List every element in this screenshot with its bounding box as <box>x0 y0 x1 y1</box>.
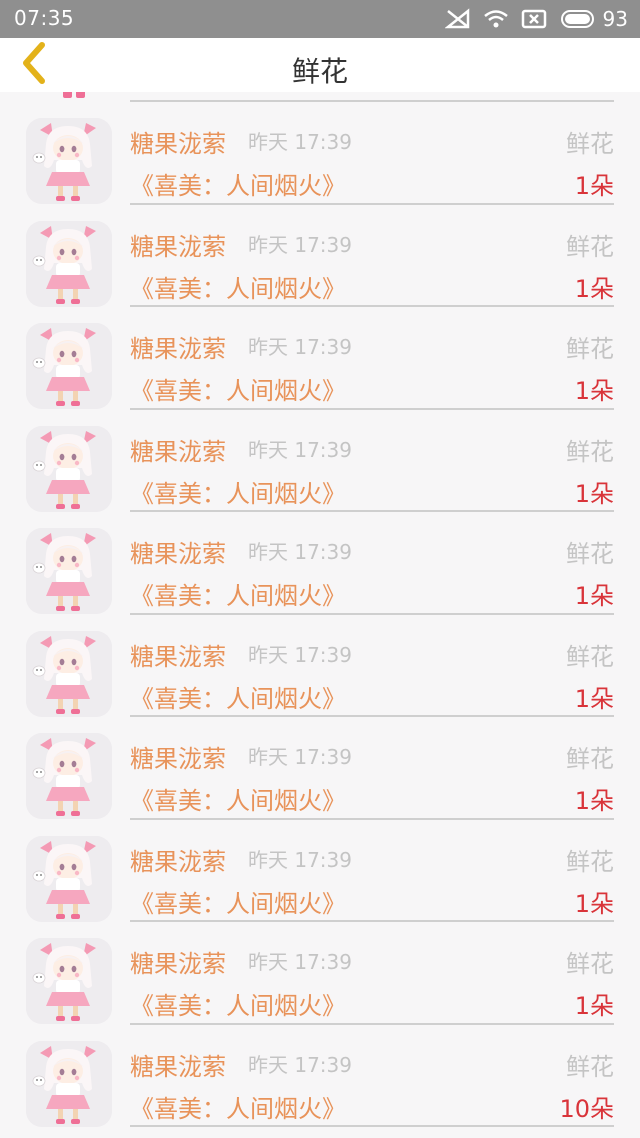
battery-level: 93 <box>602 7 628 31</box>
list-item[interactable]: 糖果泷萦 昨天 17:39 鲜花《喜美：人间烟火》 1朵 <box>0 820 640 922</box>
timestamp: 昨天 17:39 <box>248 1052 352 1077</box>
sender-name[interactable]: 糖果泷萦 <box>130 432 226 467</box>
work-title[interactable]: 《喜美：人间烟火》 <box>130 781 346 816</box>
avatar[interactable] <box>26 220 112 307</box>
avatar[interactable] <box>26 733 112 819</box>
battery-icon <box>559 8 597 30</box>
avatar <box>40 92 110 100</box>
gift-type: 鲜花 <box>566 130 614 158</box>
gift-count: 1朵 <box>574 377 614 405</box>
header: 鲜花 <box>0 38 640 92</box>
work-title[interactable]: 《喜美：人间烟火》 <box>130 166 346 201</box>
gift-record-list[interactable]: 糖果泷萦 昨天 17:39 鲜花 《喜美：人间烟火》 1朵 糖果泷萦 昨天 17:39 鲜花《… <box>0 92 640 1138</box>
list-item-partial <box>0 92 640 102</box>
avatar[interactable] <box>26 938 112 1024</box>
sender-name[interactable]: 糖果泷萦 <box>130 842 226 877</box>
sender-name[interactable]: 糖果泷萦 <box>130 124 226 159</box>
list-item[interactable]: 糖果泷萦 昨天 17:39 鲜花《喜美：人间烟火》 1朵 <box>0 512 640 615</box>
sender-name[interactable]: 糖果泷萦 <box>130 944 226 979</box>
work-title[interactable]: 《喜美：人间烟火》 <box>130 884 346 919</box>
timestamp: 昨天 17:39 <box>248 745 352 769</box>
timestamp: 昨天 17:39 <box>248 437 352 462</box>
gift-count: 1朵 <box>574 479 614 508</box>
gift-type: 鲜花 <box>566 540 614 568</box>
gift-count: 10朵 <box>559 1094 614 1123</box>
gift-count: 1朵 <box>574 684 614 713</box>
status-icons: 93 <box>444 5 628 33</box>
gift-count: 1朵 <box>574 787 614 815</box>
avatar[interactable] <box>26 1040 112 1127</box>
avatar[interactable] <box>26 630 112 717</box>
work-title[interactable]: 《喜美：人间烟火》 <box>130 576 346 611</box>
gift-count: 1朵 <box>574 889 614 918</box>
sender-name[interactable]: 糖果泷萦 <box>130 227 226 262</box>
work-title[interactable]: 《喜美：人间烟火》 <box>130 1089 346 1124</box>
gift-type: 鲜花 <box>566 335 614 363</box>
gift-type: 鲜花 <box>566 847 614 876</box>
timestamp: 昨天 17:39 <box>248 232 352 257</box>
avatar[interactable] <box>26 118 112 204</box>
work-title[interactable]: 《喜美：人间烟火》 <box>130 986 346 1021</box>
wifi-icon <box>483 8 509 30</box>
list-item[interactable]: 糖果泷萦 昨天 17:39 鲜花《喜美：人间烟火》 1朵 <box>0 205 640 307</box>
gift-type: 鲜花 <box>566 642 614 671</box>
sim-disabled-icon <box>521 8 547 30</box>
timestamp: 昨天 17:39 <box>248 540 352 564</box>
avatar[interactable] <box>26 323 112 409</box>
gift-type: 鲜花 <box>566 437 614 466</box>
sender-name[interactable]: 糖果泷萦 <box>130 534 226 569</box>
divider <box>130 1125 614 1127</box>
sender-name[interactable]: 糖果泷萦 <box>130 1047 226 1082</box>
status-bar: 07:35 93 <box>0 0 640 38</box>
list-item[interactable]: 糖果泷萦 昨天 17:39 鲜花《喜美：人间烟火》 1朵 <box>0 102 640 205</box>
sender-name[interactable]: 糖果泷萦 <box>130 739 226 774</box>
work-title[interactable]: 《喜美：人间烟火》 <box>130 269 346 304</box>
gift-count: 1朵 <box>574 992 614 1020</box>
signal-off-icon <box>444 8 471 30</box>
sender-name[interactable]: 糖果泷萦 <box>130 637 226 672</box>
timestamp: 昨天 17:39 <box>248 847 352 872</box>
work-title[interactable]: 《喜美：人间烟火》 <box>130 474 346 509</box>
timestamp: 昨天 17:39 <box>248 642 352 667</box>
timestamp: 昨天 17:39 <box>248 130 352 154</box>
sender-name[interactable]: 糖果泷萦 <box>130 329 226 364</box>
list-item[interactable]: 糖果泷萦 昨天 17:39 鲜花《喜美：人间烟火》 1朵 <box>0 410 640 512</box>
avatar[interactable] <box>26 425 112 512</box>
gift-count: 1朵 <box>574 172 614 200</box>
work-title[interactable]: 《喜美：人间烟火》 <box>130 679 346 714</box>
gift-type: 鲜花 <box>566 950 614 978</box>
list-item[interactable]: 糖果泷萦 昨天 17:39 鲜花《喜美：人间烟火》 1朵 <box>0 615 640 717</box>
list-item[interactable]: 糖果泷萦 昨天 17:39 鲜花《喜美：人间烟火》 10朵 <box>0 1025 640 1127</box>
list-item[interactable]: 糖果泷萦 昨天 17:39 鲜花《喜美：人间烟火》 1朵 <box>0 717 640 820</box>
status-time: 07:35 <box>14 6 75 30</box>
gift-type: 鲜花 <box>566 1052 614 1081</box>
timestamp: 昨天 17:39 <box>248 950 352 974</box>
gift-count: 1朵 <box>574 582 614 610</box>
gift-type: 鲜花 <box>566 745 614 773</box>
avatar[interactable] <box>26 835 112 922</box>
timestamp: 昨天 17:39 <box>248 335 352 359</box>
avatar[interactable] <box>26 528 112 614</box>
list-item[interactable]: 糖果泷萦 昨天 17:39 鲜花《喜美：人间烟火》 1朵 <box>0 307 640 410</box>
work-title[interactable]: 《喜美：人间烟火》 <box>130 371 346 406</box>
gift-type: 鲜花 <box>566 232 614 261</box>
gift-count: 1朵 <box>574 274 614 303</box>
list-item[interactable]: 糖果泷萦 昨天 17:39 鲜花《喜美：人间烟火》 1朵 <box>0 922 640 1025</box>
page-title: 鲜花 <box>291 55 348 88</box>
